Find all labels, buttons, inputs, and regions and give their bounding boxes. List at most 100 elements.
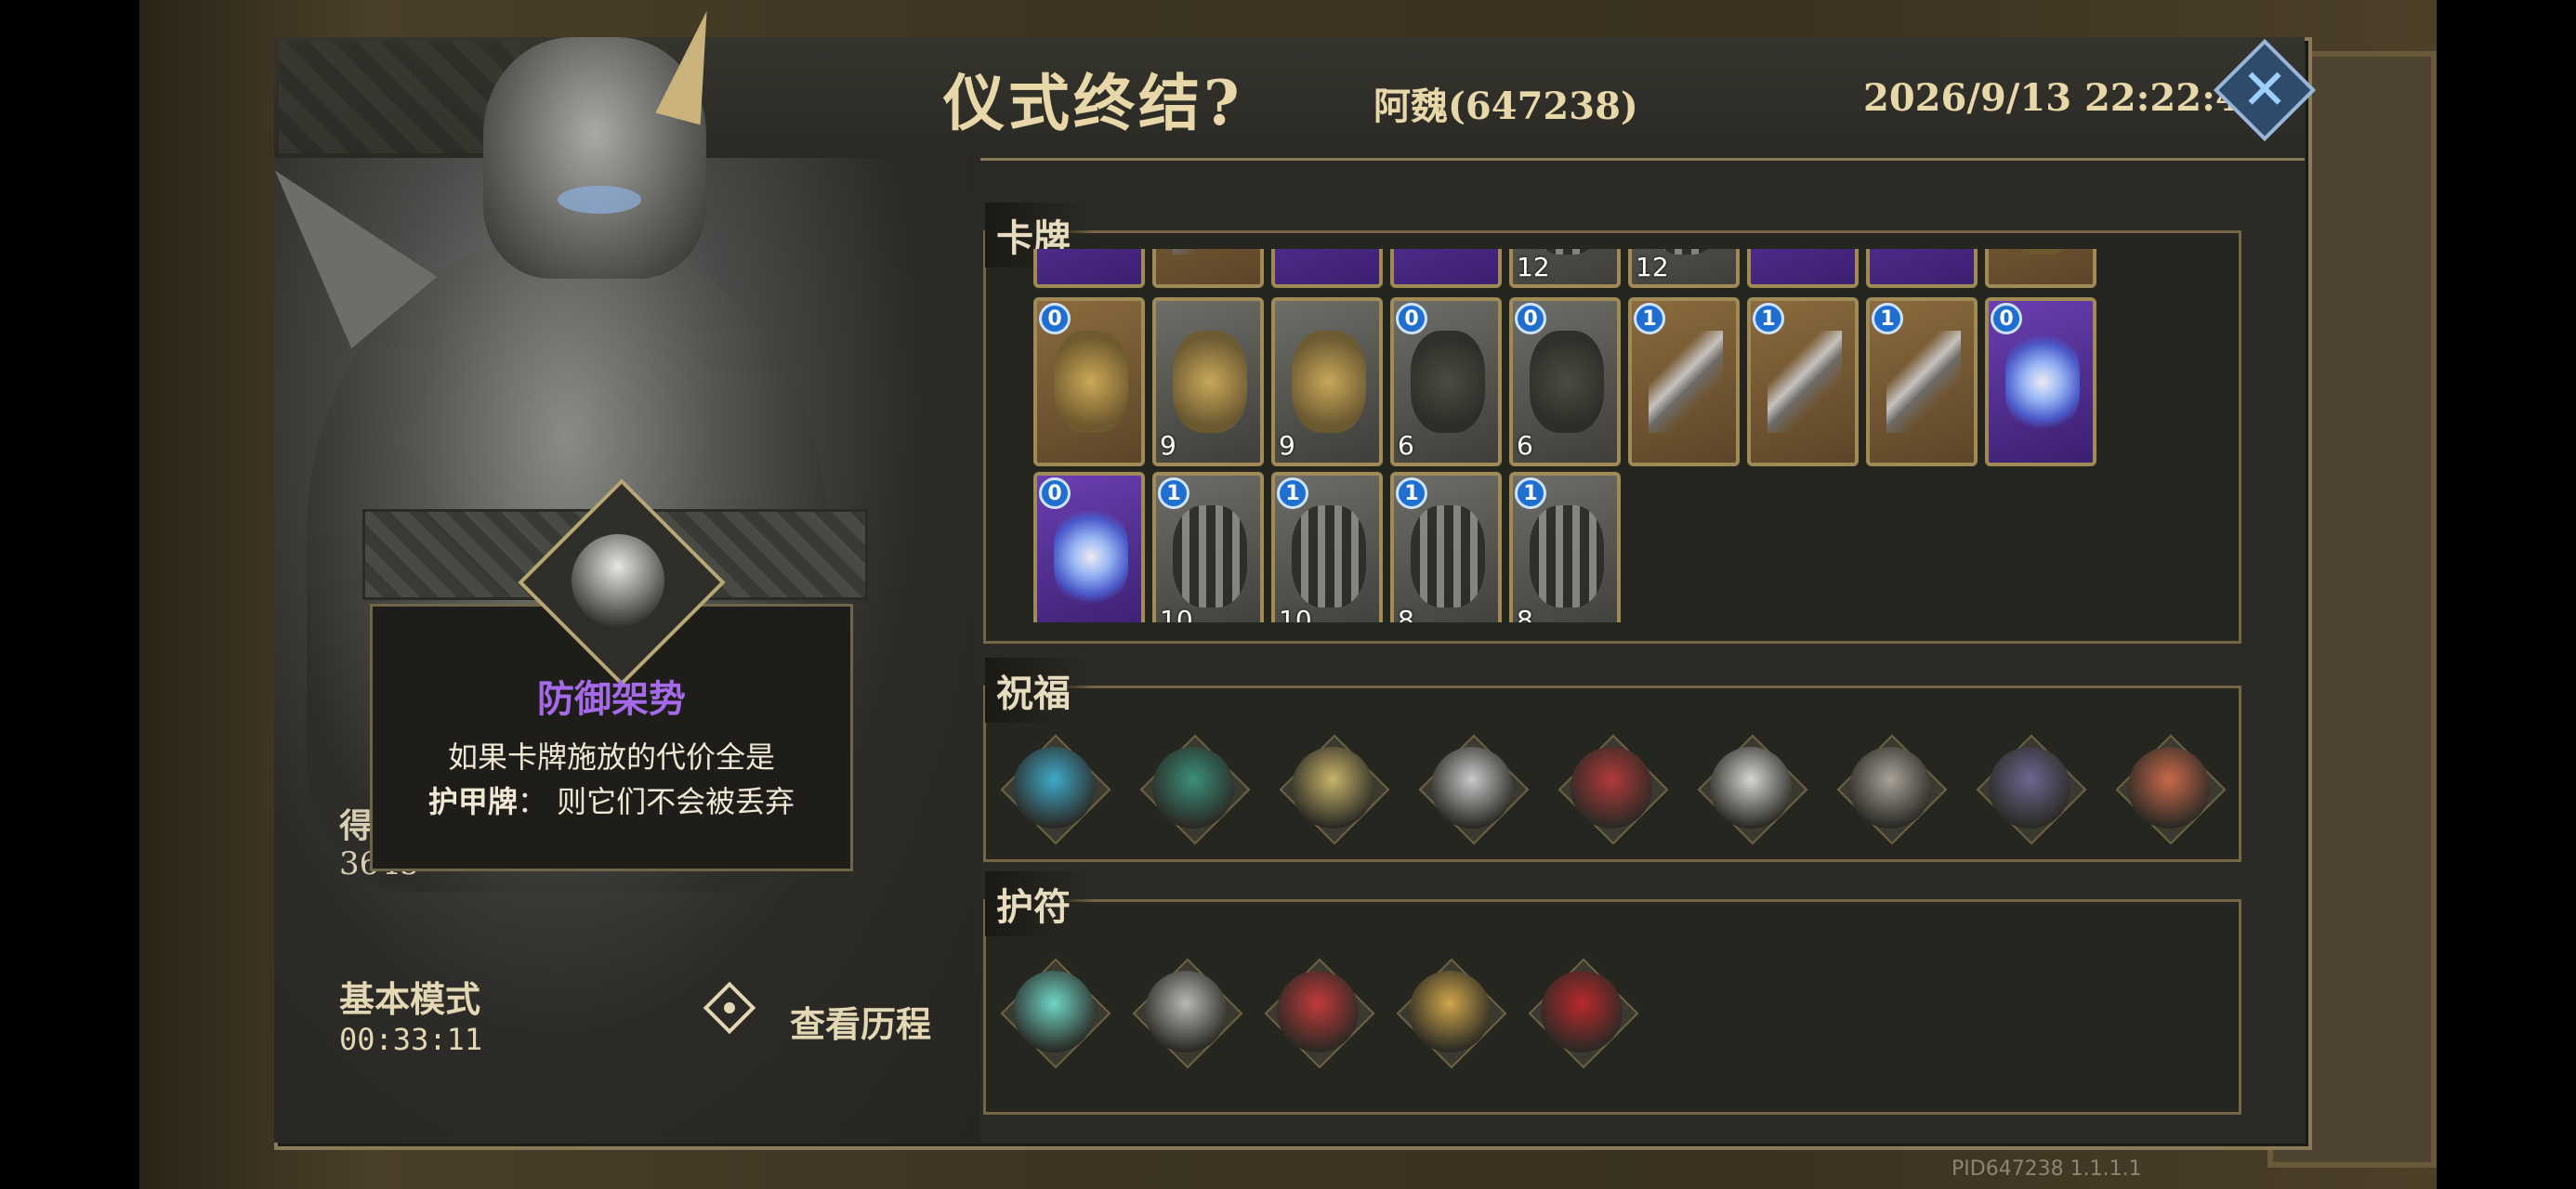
icon-glyph (1409, 971, 1491, 1052)
card[interactable]: 06 (1509, 297, 1621, 466)
card[interactable]: 12 (1628, 249, 1740, 288)
card-art (1530, 331, 1604, 433)
card-cost-badge: 1 (1753, 303, 1784, 334)
card[interactable]: 0 (1033, 472, 1145, 622)
icon-glyph (1541, 971, 1623, 1052)
card[interactable]: 18 (1509, 472, 1621, 622)
card-art (1768, 249, 1842, 255)
card[interactable]: 06 (1390, 297, 1502, 466)
card-art (1411, 331, 1485, 433)
card[interactable] (1033, 249, 1145, 288)
card-art (1173, 249, 1247, 255)
game-mode: 基本模式 (339, 978, 481, 1020)
tooltip-keyword: 护甲牌 (427, 784, 518, 819)
upgrade-arrow-icon[interactable] (2115, 734, 2227, 845)
red-banner-icon[interactable] (1557, 734, 1669, 845)
card-art (1292, 331, 1366, 433)
glowing-lantern-icon[interactable] (1000, 958, 1111, 1069)
icon-glyph (1571, 747, 1652, 829)
purple-warrior-icon[interactable] (1976, 734, 2087, 845)
card-cost-badge: 1 (1515, 477, 1546, 509)
card[interactable]: 9 (1152, 297, 1264, 466)
card[interactable]: 1 (1628, 297, 1740, 466)
armored-card-icon[interactable] (1836, 734, 1948, 845)
card-art (2005, 331, 2080, 433)
play-time: 00:33:11 (339, 1022, 483, 1057)
card-art (1054, 249, 1128, 255)
blessings-section-label: 祝福 (985, 658, 1093, 723)
golden-compass-icon[interactable] (1396, 958, 1507, 1069)
card-grid[interactable]: 12 12 0 9 9 0 6 0 6 1 1 1 0 0 1 10 1 10 1 8 1 8 (1033, 249, 2130, 622)
icon-glyph (1431, 747, 1513, 829)
icon-glyph (1013, 971, 1095, 1052)
winged-card-icon[interactable] (1418, 734, 1530, 845)
seated-monk-icon[interactable] (1139, 734, 1251, 845)
card-art (1530, 505, 1604, 608)
card-value: 9 (1279, 430, 1295, 461)
icon-glyph (1989, 747, 2070, 829)
card[interactable] (1152, 249, 1264, 288)
card[interactable]: 1 (1866, 297, 1978, 466)
card[interactable]: 1 (1747, 297, 1859, 466)
card-art (1649, 331, 1723, 433)
close-icon[interactable]: ✕ (2228, 54, 2301, 126)
card-value: 9 (1160, 430, 1176, 461)
card-art (1292, 249, 1366, 255)
card-cost-badge: 1 (1396, 477, 1427, 509)
card[interactable] (1390, 249, 1502, 288)
card-value: 10 (1160, 605, 1193, 622)
tooltip-text-line2: 护甲牌： 则它们不会被丢弃 (370, 778, 853, 821)
card[interactable]: 1 10 (1271, 472, 1383, 622)
card-cost-badge: 1 (1634, 303, 1665, 334)
card-art (1411, 505, 1485, 608)
silver-emblem-icon[interactable] (1132, 958, 1243, 1069)
card[interactable]: 0 (1033, 297, 1145, 466)
player-name: 阿魏(647238) (1373, 85, 1638, 128)
icon-glyph (1292, 747, 1373, 829)
card-art (1173, 505, 1247, 608)
icon-glyph (1849, 747, 1931, 829)
red-glove-icon[interactable] (1528, 958, 1639, 1069)
card-art (1886, 249, 1961, 255)
card[interactable] (1866, 249, 1978, 288)
card[interactable] (1271, 249, 1383, 288)
defense-stance-icon[interactable] (1697, 734, 1808, 845)
card-upgrade-icon[interactable] (1279, 734, 1390, 845)
icon-glyph (1277, 971, 1359, 1052)
card-cost-badge: 0 (1396, 303, 1427, 334)
amulets-section-label: 护符 (985, 871, 1093, 936)
card[interactable] (1747, 249, 1859, 288)
icon-glyph (2128, 747, 2210, 829)
card-value: 8 (1517, 605, 1533, 622)
tooltip-text-rest: ： 则它们不会被丢弃 (517, 784, 795, 819)
card[interactable]: 9 (1271, 297, 1383, 466)
card-art (1054, 505, 1128, 608)
defense-stance-icon (572, 534, 664, 627)
build-id: PID647238 1.1.1.1 (1952, 1157, 2142, 1181)
view-history-button[interactable]: 查看历程 (790, 996, 931, 1047)
card-value: 6 (1398, 430, 1414, 461)
card-art (1173, 331, 1247, 433)
card[interactable]: 0 (1985, 297, 2096, 466)
card-cost-badge: 0 (1515, 303, 1546, 334)
card-cost-badge: 1 (1277, 477, 1308, 509)
card[interactable] (1985, 249, 2096, 288)
blue-cards-spark-icon[interactable] (1000, 734, 1111, 845)
card-art (1768, 331, 1842, 433)
datetime: 2026/9/13 22:22:49 (1863, 76, 2267, 120)
card-art (1411, 249, 1485, 255)
card-value: 12 (1636, 252, 1669, 282)
card-art (1886, 331, 1961, 433)
icon-glyph (1710, 747, 1792, 829)
red-gem-ring-icon[interactable] (1264, 958, 1375, 1069)
card-value: 6 (1517, 430, 1533, 461)
card-art (1054, 331, 1128, 433)
card-cost-badge: 1 (1872, 303, 1903, 334)
card[interactable]: 18 (1390, 472, 1502, 622)
card-art (2005, 249, 2080, 255)
card-cost-badge: 0 (1039, 477, 1071, 509)
card[interactable]: 12 (1509, 249, 1621, 288)
card-value: 12 (1517, 252, 1550, 282)
card[interactable]: 1 10 (1152, 472, 1264, 622)
card-value: 10 (1279, 605, 1312, 622)
